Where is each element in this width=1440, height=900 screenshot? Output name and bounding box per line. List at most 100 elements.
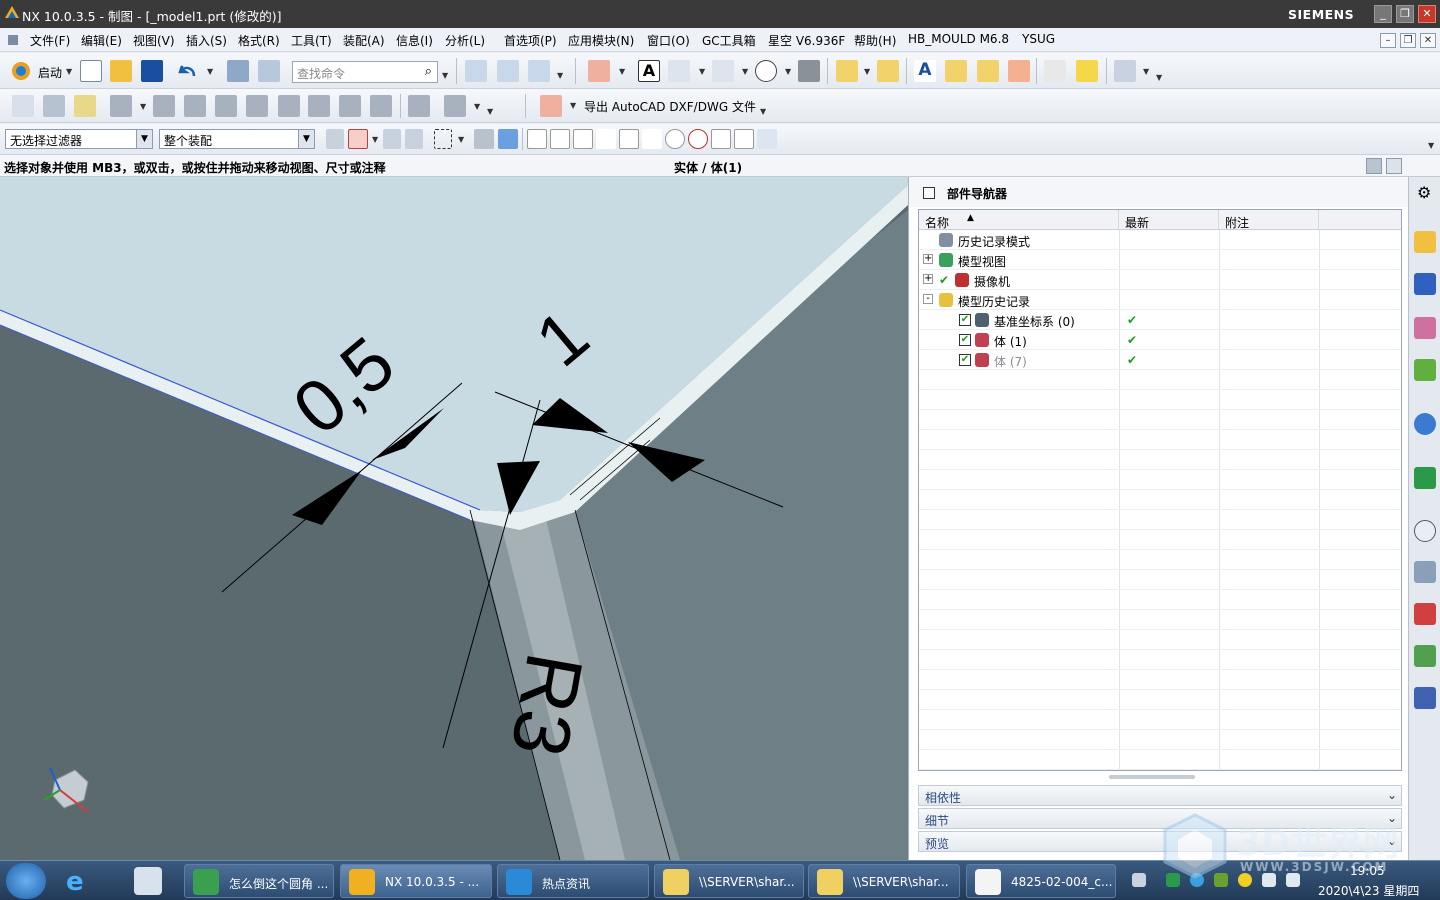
process-studio-icon[interactable] bbox=[1414, 561, 1436, 583]
navigator-row[interactable]: 历史记录模式 bbox=[919, 230, 1401, 250]
window-icon[interactable] bbox=[258, 60, 280, 82]
model-view[interactable]: 0,5 1 R3 bbox=[0, 177, 908, 860]
toolbar2-overflow-icon[interactable]: ▼ bbox=[487, 107, 493, 116]
snap-settings-icon[interactable] bbox=[527, 129, 547, 149]
menu-tools[interactable]: 工具(T) bbox=[291, 32, 332, 49]
gear-icon[interactable]: ⚙ bbox=[1417, 183, 1431, 202]
table-dropdown-icon[interactable]: ▼ bbox=[474, 102, 480, 111]
menu-xingkong[interactable]: 星空 V6.936F bbox=[768, 32, 845, 49]
ie-quicklaunch-icon[interactable]: e bbox=[66, 867, 96, 897]
view-creation-icon[interactable] bbox=[74, 95, 96, 117]
taskbar-item[interactable]: \\SERVER\shar... bbox=[654, 864, 804, 898]
system-scene-icon[interactable] bbox=[1414, 687, 1436, 709]
taskbar-item[interactable]: 怎么倒这个圆角 ... bbox=[184, 864, 334, 898]
web-browser-icon[interactable] bbox=[1414, 467, 1436, 489]
solid-body-filter-icon[interactable] bbox=[474, 129, 494, 149]
rapid-dim-icon[interactable] bbox=[497, 60, 519, 82]
menu-info[interactable]: 信息(I) bbox=[396, 32, 433, 49]
half-section-icon[interactable] bbox=[215, 95, 237, 117]
type-filter-select[interactable]: 无选择过滤器 ▼ bbox=[5, 129, 153, 149]
update-views-icon[interactable] bbox=[308, 95, 330, 117]
repeat-command-icon[interactable] bbox=[227, 60, 249, 82]
export-overflow-icon[interactable]: ▼ bbox=[760, 107, 766, 116]
break-line-icon[interactable] bbox=[877, 60, 899, 82]
manufacturing-wizard-icon[interactable] bbox=[1414, 603, 1436, 625]
component-filter-icon[interactable] bbox=[498, 129, 518, 149]
update-view-icon[interactable] bbox=[588, 60, 610, 82]
history-icon[interactable] bbox=[1414, 520, 1436, 542]
hd3d-tools-icon[interactable] bbox=[1414, 413, 1436, 435]
constraint-navigator-icon[interactable] bbox=[1414, 273, 1436, 295]
new-sheet-icon[interactable] bbox=[12, 95, 34, 117]
text-style-icon[interactable]: A bbox=[914, 60, 936, 82]
hatch-icon[interactable] bbox=[798, 60, 820, 82]
feature-selection-icon[interactable] bbox=[348, 129, 368, 149]
menu-hb-mould[interactable]: HB_MOULD M6.8 bbox=[908, 32, 1009, 46]
label-dropdown-icon[interactable]: ▼ bbox=[742, 67, 748, 76]
navigator-row[interactable]: ✔ 基准坐标系 (0) ✔ bbox=[919, 310, 1401, 330]
keyboard-tray-icon[interactable] bbox=[1132, 873, 1146, 887]
visibility-checkbox[interactable]: ✔ bbox=[959, 334, 971, 346]
column-header-latest[interactable]: 最新 bbox=[1119, 210, 1219, 230]
doc-close-button[interactable]: ✕ bbox=[1420, 33, 1436, 48]
volume-tray-icon[interactable] bbox=[1286, 873, 1300, 887]
export-dxf-button[interactable]: 导出 AutoCAD DXF/DWG 文件 bbox=[584, 98, 756, 115]
start-dropdown-icon[interactable]: ▼ bbox=[66, 67, 72, 76]
doc-restore-button[interactable]: ❐ bbox=[1400, 33, 1416, 48]
shield-tray-icon[interactable] bbox=[1166, 873, 1180, 887]
clock-date[interactable]: 2020\4\23 星期四 bbox=[1318, 882, 1419, 899]
graphics-tray-icon[interactable] bbox=[1214, 873, 1228, 887]
mid-point-icon[interactable] bbox=[573, 129, 593, 149]
splitter-handle[interactable] bbox=[1109, 775, 1195, 779]
export-dxf-icon[interactable] bbox=[540, 95, 562, 117]
start-button-icon[interactable] bbox=[6, 863, 46, 899]
navigator-row[interactable]: ✔ 体 (1) ✔ bbox=[919, 330, 1401, 350]
view-boundary-icon[interactable] bbox=[339, 95, 361, 117]
note-icon[interactable]: A bbox=[638, 60, 660, 82]
edit-annotation-icon[interactable] bbox=[977, 60, 999, 82]
status-window-icon[interactable] bbox=[1386, 158, 1402, 174]
navigator-row[interactable]: - 模型历史记录 bbox=[919, 290, 1401, 310]
assembly-navigator-icon[interactable] bbox=[1414, 231, 1436, 253]
taskbar-item[interactable]: NX 10.0.3.5 - ... bbox=[340, 864, 492, 898]
menu-help[interactable]: 帮助(H) bbox=[854, 32, 896, 49]
expand-icon[interactable]: + bbox=[923, 274, 933, 284]
chevron-down-icon[interactable]: ⌄ bbox=[1387, 788, 1397, 802]
start-button[interactable]: 启动 bbox=[38, 64, 62, 81]
break-view-icon[interactable] bbox=[278, 95, 300, 117]
edit-settings-icon[interactable] bbox=[945, 60, 967, 82]
circle-center-icon[interactable] bbox=[665, 129, 685, 149]
clock-time[interactable]: 19:05 bbox=[1350, 864, 1385, 878]
feature-control-icon[interactable] bbox=[668, 60, 690, 82]
undo-icon[interactable] bbox=[178, 62, 198, 80]
taskbar-item[interactable]: 4825-02-004_c... bbox=[966, 864, 1116, 898]
visibility-checkbox[interactable]: ✔ bbox=[959, 314, 971, 326]
rect-dropdown-icon[interactable]: ▼ bbox=[458, 135, 464, 144]
panel-details[interactable]: 细节 ⌄ bbox=[918, 808, 1402, 829]
taskbar-item[interactable]: 热点资讯 bbox=[497, 864, 649, 898]
align-view-icon[interactable] bbox=[370, 95, 392, 117]
close-button[interactable]: ✕ bbox=[1418, 5, 1436, 23]
layer-dropdown-icon[interactable]: ▼ bbox=[1143, 67, 1149, 76]
roles-icon[interactable] bbox=[1414, 645, 1436, 667]
restore-button[interactable]: ❐ bbox=[1396, 5, 1414, 23]
menu-gc-toolbox[interactable]: GC工具箱 bbox=[702, 32, 756, 49]
network-tray-icon[interactable] bbox=[1190, 873, 1204, 887]
navigator-pin-icon[interactable] bbox=[923, 187, 935, 199]
projected-view-icon[interactable] bbox=[110, 95, 132, 117]
general-selection-icon[interactable] bbox=[326, 129, 344, 149]
column-header-name[interactable]: 名称 ▲ bbox=[919, 210, 1119, 230]
search-dropdown-icon[interactable]: ▼ bbox=[442, 71, 448, 80]
chevron-down-icon[interactable]: ⌄ bbox=[1387, 811, 1397, 825]
menu-window[interactable]: 窗口(O) bbox=[647, 32, 690, 49]
doc-minimize-button[interactable]: – bbox=[1380, 33, 1396, 48]
menu-assembly[interactable]: 装配(A) bbox=[343, 32, 385, 49]
menu-insert[interactable]: 插入(S) bbox=[186, 32, 227, 49]
cue-line-icon[interactable] bbox=[1366, 158, 1382, 174]
hide-body-icon[interactable] bbox=[1044, 60, 1066, 82]
revolved-section-icon[interactable] bbox=[246, 95, 268, 117]
section-view-icon[interactable] bbox=[184, 95, 206, 117]
select-all-icon[interactable] bbox=[383, 129, 401, 149]
navigator-row[interactable]: ✔ 体 (7) ✔ bbox=[919, 350, 1401, 370]
visibility-checkbox[interactable]: ✔ bbox=[959, 354, 971, 366]
